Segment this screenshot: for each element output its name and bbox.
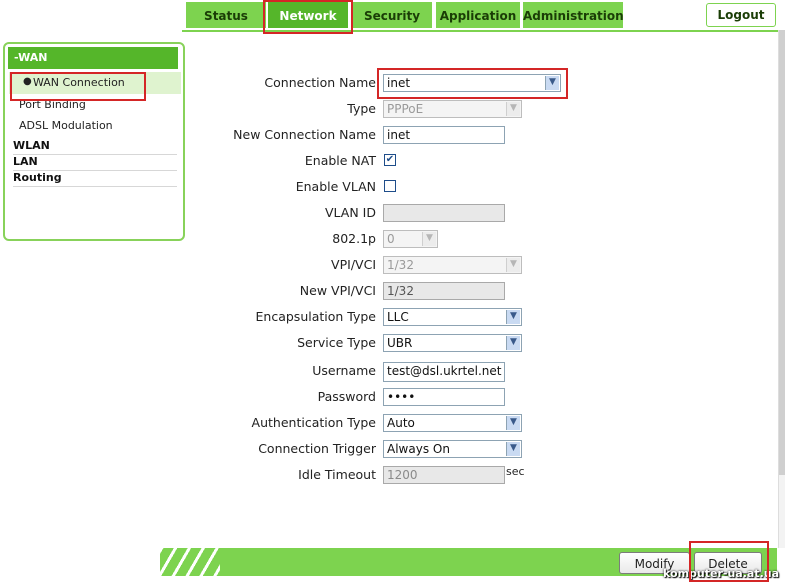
chevron-down-icon[interactable]: ▼: [506, 442, 520, 456]
username-label: Username: [312, 363, 376, 378]
enable-nat-label: Enable NAT: [304, 153, 376, 168]
chevron-down-icon: ▼: [422, 232, 436, 246]
vlan-id-input: [383, 204, 505, 222]
chevron-down-icon[interactable]: ▼: [545, 76, 559, 90]
encapsulation-label: Encapsulation Type: [255, 309, 376, 324]
new-connection-name-input[interactable]: inet: [383, 126, 505, 144]
type-value: PPPoE: [387, 102, 424, 116]
watermark: komputer-ua.at.ua: [663, 567, 779, 580]
service-type-select[interactable]: UBR ▼: [383, 334, 522, 352]
connection-trigger-label: Connection Trigger: [258, 441, 376, 456]
connection-trigger-value: Always On: [387, 442, 450, 456]
bottom-bar-decoration: [160, 548, 220, 576]
connection-name-select[interactable]: inet ▼: [383, 74, 561, 92]
row-vlan-id: VLAN ID: [0, 202, 785, 224]
row-vpi-vci: VPI/VCI 1/32 ▼: [0, 254, 785, 276]
row-password: Password ••••: [0, 386, 785, 408]
password-label: Password: [317, 389, 376, 404]
encapsulation-select[interactable]: LLC ▼: [383, 308, 522, 326]
row-type: Type PPPoE ▼: [0, 98, 785, 120]
logout-button[interactable]: Logout: [706, 3, 776, 27]
new-vpi-vci-label: New VPI/VCI: [299, 283, 376, 298]
row-connection-trigger: Connection Trigger Always On ▼: [0, 438, 785, 460]
enable-vlan-checkbox[interactable]: [384, 180, 396, 192]
password-input[interactable]: ••••: [383, 388, 505, 406]
row-enable-nat: Enable NAT ✔: [0, 150, 785, 172]
idle-timeout-input: 1200: [383, 466, 505, 484]
row-username: Username test@dsl.ukrtel.net: [0, 360, 785, 382]
new-connection-name-label: New Connection Name: [233, 127, 376, 142]
auth-type-value: Auto: [387, 416, 415, 430]
row-idle-timeout: Idle Timeout 1200 sec: [0, 464, 785, 486]
tab-security[interactable]: Security: [352, 2, 432, 28]
row-new-vpi-vci: New VPI/VCI 1/32: [0, 280, 785, 302]
row-service-type: Service Type UBR ▼: [0, 332, 785, 354]
encapsulation-value: LLC: [387, 310, 409, 324]
connection-trigger-select[interactable]: Always On ▼: [383, 440, 522, 458]
vpi-vci-value: 1/32: [387, 258, 414, 272]
vpi-vci-label: VPI/VCI: [331, 257, 376, 272]
row-new-connection-name: New Connection Name inet: [0, 124, 785, 146]
chevron-down-icon: ▼: [506, 258, 520, 272]
tab-network[interactable]: Network: [268, 2, 348, 28]
tab-status[interactable]: Status: [186, 2, 266, 28]
connection-name-value: inet: [387, 76, 411, 90]
connection-name-label: Connection Name: [264, 75, 376, 90]
priority-label: 802.1p: [332, 231, 376, 246]
tab-application[interactable]: Application: [436, 2, 520, 28]
priority-value: 0: [387, 232, 395, 246]
idle-timeout-unit: sec: [506, 465, 525, 478]
type-select: PPPoE ▼: [383, 100, 522, 118]
username-input[interactable]: test@dsl.ukrtel.net: [383, 362, 505, 382]
priority-select: 0 ▼: [383, 230, 438, 248]
sidebar-section-wan[interactable]: -WAN: [8, 47, 178, 69]
chevron-down-icon: ▼: [506, 102, 520, 116]
service-type-label: Service Type: [297, 335, 376, 350]
chevron-down-icon[interactable]: ▼: [506, 336, 520, 350]
row-connection-name: Connection Name inet ▼: [0, 72, 785, 94]
scrollbar-thumb[interactable]: [779, 30, 785, 475]
top-navigation: Status Network Security Application Admi…: [182, 0, 779, 32]
service-type-value: UBR: [387, 336, 413, 350]
row-8021p: 802.1p 0 ▼: [0, 228, 785, 250]
vlan-id-label: VLAN ID: [325, 205, 376, 220]
row-encapsulation: Encapsulation Type LLC ▼: [0, 306, 785, 328]
auth-type-select[interactable]: Auto ▼: [383, 414, 522, 432]
tab-administration[interactable]: Administration: [523, 2, 624, 28]
row-enable-vlan: Enable VLAN: [0, 176, 785, 198]
new-vpi-vci-input: 1/32: [383, 282, 505, 300]
enable-nat-checkbox[interactable]: ✔: [384, 154, 396, 166]
idle-timeout-label: Idle Timeout: [298, 467, 376, 482]
vpi-vci-select: 1/32 ▼: [383, 256, 522, 274]
row-auth-type: Authentication Type Auto ▼: [0, 412, 785, 434]
chevron-down-icon[interactable]: ▼: [506, 310, 520, 324]
chevron-down-icon[interactable]: ▼: [506, 416, 520, 430]
auth-type-label: Authentication Type: [251, 415, 376, 430]
type-label: Type: [347, 101, 376, 116]
enable-vlan-label: Enable VLAN: [295, 179, 376, 194]
